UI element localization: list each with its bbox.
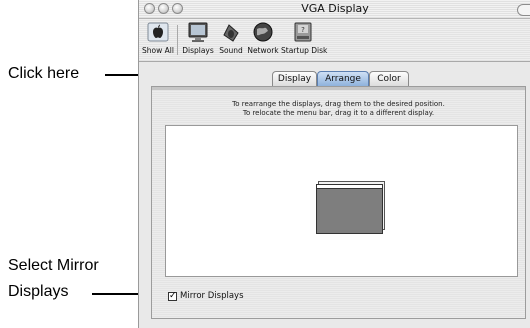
toolbar-separator xyxy=(177,25,178,55)
toolbar-label: Startup Disk xyxy=(281,46,328,55)
toolbar-startup-disk[interactable]: ? Startup Disk xyxy=(281,21,328,55)
tab-display[interactable]: Display xyxy=(272,71,317,86)
mirror-displays-label[interactable]: Mirror Displays xyxy=(180,291,244,301)
panel-divider xyxy=(152,87,525,90)
tab-color[interactable]: Color xyxy=(369,71,409,86)
toolbar-label: Network xyxy=(247,46,279,55)
toolbar-label: Displays xyxy=(182,46,214,55)
toolbar-label: Show All xyxy=(142,46,174,55)
disk-icon: ? xyxy=(294,22,312,42)
display-icon xyxy=(188,22,208,42)
toolbar-network[interactable]: Network xyxy=(246,21,280,55)
tab-arrange[interactable]: Arrange xyxy=(317,71,369,86)
apple-icon xyxy=(147,22,169,42)
toolbar-label: Sound xyxy=(219,46,243,55)
window-title: VGA Display xyxy=(301,2,369,15)
speaker-icon xyxy=(223,24,239,42)
instruction-rearrange: To rearrange the displays, drag them to … xyxy=(232,100,445,108)
svg-text:?: ? xyxy=(301,26,305,34)
globe-icon xyxy=(253,22,273,42)
arrange-panel: To rearrange the displays, drag them to … xyxy=(151,86,526,319)
display-arrangement-area[interactable] xyxy=(165,125,518,277)
callout-mirror-line1: Select Mirror xyxy=(8,257,99,274)
system-preferences-window: VGA Display Show All Displays Sound Netw… xyxy=(138,0,530,328)
toolbar-show-all[interactable]: Show All xyxy=(141,21,175,55)
toolbar-displays[interactable]: Displays xyxy=(181,21,215,55)
primary-display[interactable] xyxy=(316,184,383,234)
toolbar-toggle-button[interactable] xyxy=(517,4,530,16)
toolbar: Show All Displays Sound Network ? Startu… xyxy=(139,19,530,62)
mirror-displays-checkbox[interactable]: ✓ xyxy=(168,292,177,301)
title-bar[interactable]: VGA Display xyxy=(139,0,530,19)
menu-bar-indicator[interactable] xyxy=(317,185,382,189)
instruction-menu-bar: To relocate the menu bar, drag it to a d… xyxy=(242,109,435,117)
callout-click-here: Click here xyxy=(8,65,80,82)
toolbar-sound[interactable]: Sound xyxy=(217,21,245,55)
callout-mirror-line2: Displays xyxy=(8,283,69,300)
